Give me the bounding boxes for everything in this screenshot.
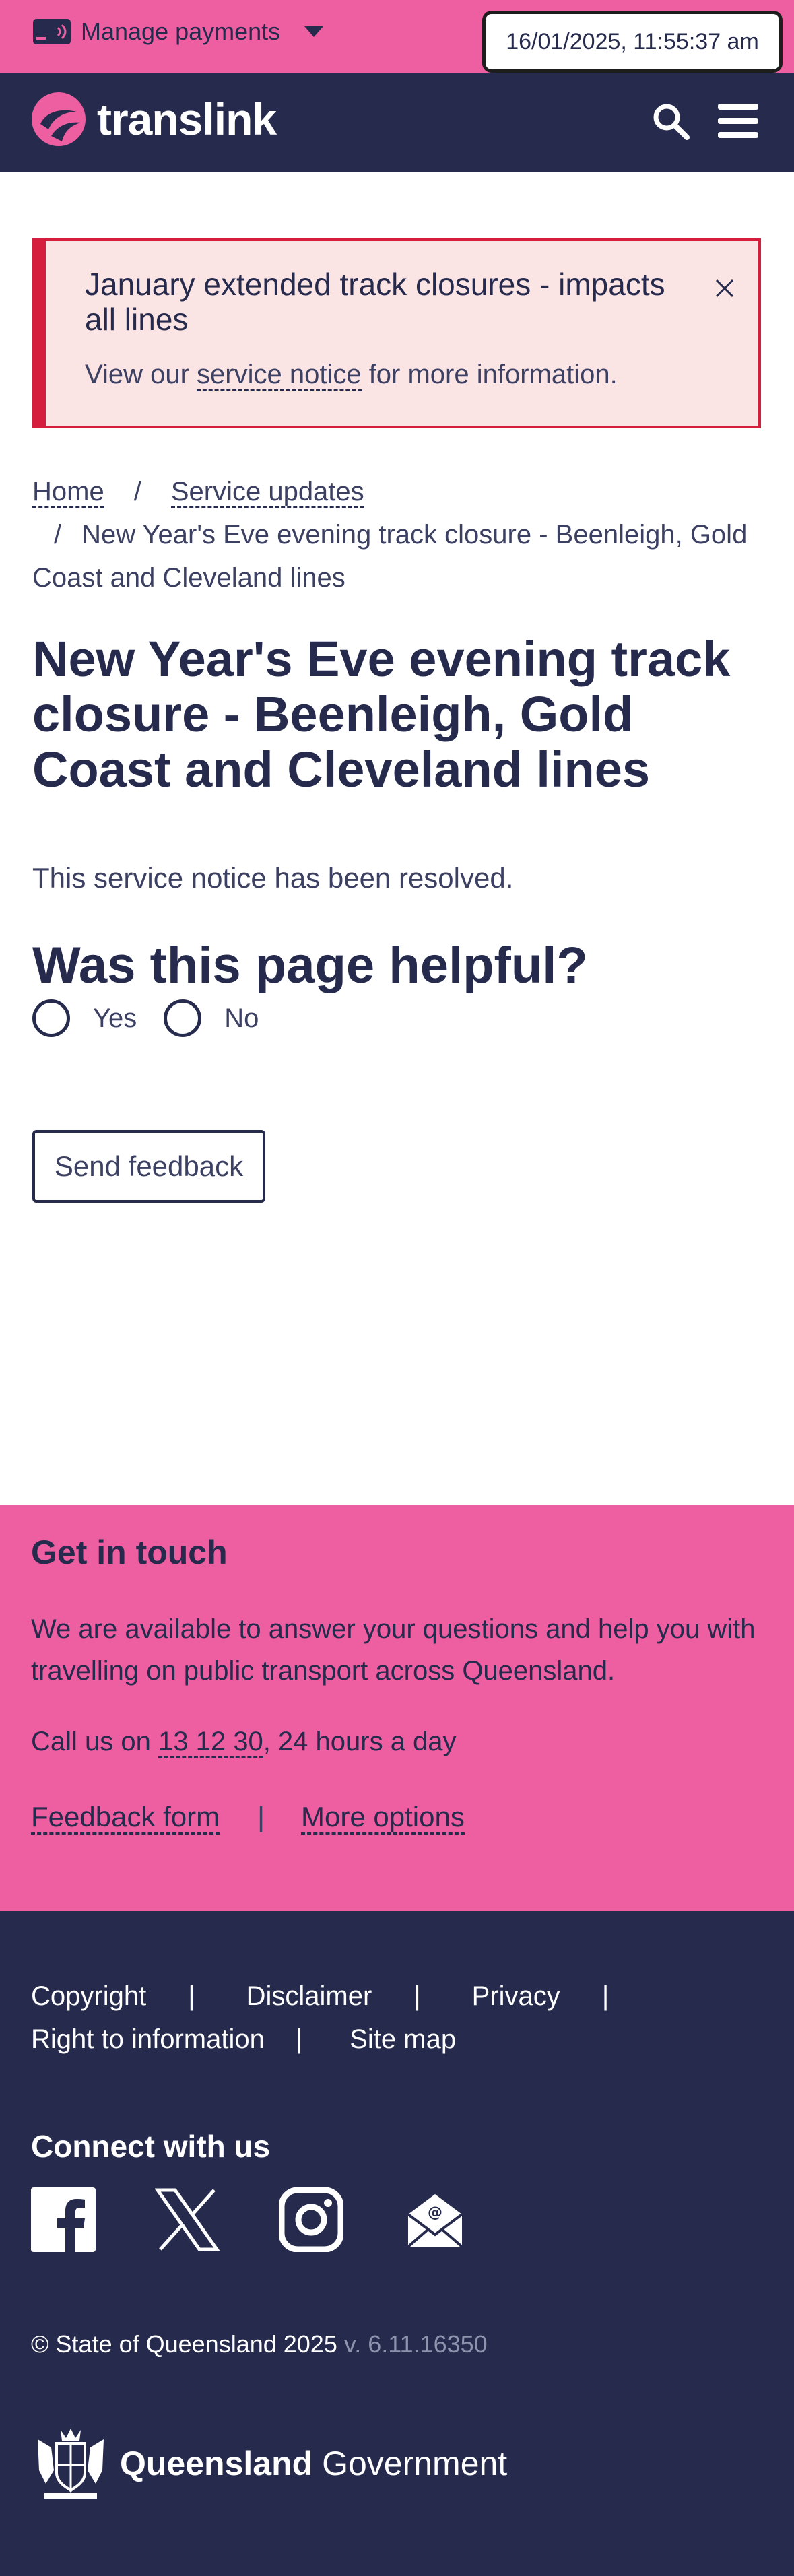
search-icon[interactable] <box>651 101 691 141</box>
footer-link-privacy[interactable]: Privacy <box>472 1981 560 2011</box>
connect-title: Connect with us <box>31 2129 271 2164</box>
queensland-crest-icon <box>38 2429 104 2499</box>
get-in-touch-text: We are available to answer your question… <box>31 1614 756 1686</box>
close-icon[interactable] <box>711 275 738 302</box>
alert-title: January extended track closures - impact… <box>85 267 665 337</box>
footer-links: Copyright | Disclaimer | Privacy | Right to i… <box>31 1975 772 2061</box>
alert-body: View our service notice for more informa… <box>85 360 618 391</box>
translink-logo[interactable]: translink <box>31 92 277 147</box>
social-links: @ <box>31 2187 527 2252</box>
queensland-government-text: Queensland Government <box>120 2444 507 2483</box>
contact-links: Feedback form | More options <box>31 1801 465 1835</box>
breadcrumb: Home / Service updates / New Year's Eve eve… <box>32 470 766 599</box>
call-us-text: Call us on 13 12 30, 24 hours a day <box>31 1727 457 1758</box>
get-in-touch-section: Get in touch We are available to answer … <box>0 1505 794 1911</box>
page-title: New Year's Eve evening track closure - B… <box>32 631 731 797</box>
manage-payments-label: Manage payments <box>81 18 281 45</box>
gov-bold: Queensland <box>120 2445 313 2482</box>
alert-body-prefix: View our <box>85 360 197 389</box>
link-separator: | <box>257 1801 265 1832</box>
chevron-down-icon <box>304 26 324 37</box>
service-notice-link[interactable]: service notice <box>197 360 362 391</box>
yes-radio[interactable] <box>32 999 70 1037</box>
footer-separator: | <box>188 1981 195 2011</box>
site-header: translink <box>0 73 794 172</box>
translink-logo-mark-icon <box>32 92 86 146</box>
breadcrumb-separator: / <box>54 520 62 550</box>
site-footer: Copyright | Disclaimer | Privacy | Right to i… <box>0 1911 794 2576</box>
top-utility-bar: Manage payments 16/01/2025, 11:55:37 am <box>0 0 794 73</box>
footer-separator: | <box>601 1981 609 2011</box>
breadcrumb-current: New Year's Eve evening track closure - B… <box>32 520 748 593</box>
breadcrumb-service-updates-link[interactable]: Service updates <box>170 477 364 508</box>
version-label: v. 6.11.16350 <box>337 2330 488 2358</box>
get-in-touch-title: Get in touch <box>31 1533 228 1571</box>
service-alert-banner: January extended track closures - impact… <box>32 238 761 428</box>
phone-link[interactable]: 13 12 30 <box>158 1727 263 1758</box>
payment-card-icon <box>33 19 71 44</box>
feedback-form-link[interactable]: Feedback form <box>31 1801 220 1835</box>
facebook-icon[interactable] <box>31 2187 96 2252</box>
call-suffix: , 24 hours a day <box>263 1727 457 1756</box>
alert-body-suffix: for more information. <box>361 360 618 389</box>
feedback-heading: Was this page helpful? <box>32 937 588 994</box>
instagram-icon[interactable] <box>279 2187 343 2252</box>
send-feedback-button[interactable]: Send feedback <box>32 1130 265 1203</box>
queensland-government-logo[interactable]: Queensland Government <box>31 2423 507 2504</box>
manage-payments-dropdown[interactable]: Manage payments <box>32 18 324 46</box>
email-icon[interactable]: @ <box>403 2187 467 2252</box>
gov-regular: Government <box>312 2445 508 2482</box>
footer-link-disclaimer[interactable]: Disclaimer <box>246 1981 372 2011</box>
datetime-display: 16/01/2025, 11:55:37 am <box>482 11 783 73</box>
call-prefix: Call us on <box>31 1727 158 1756</box>
footer-link-right-to-information[interactable]: Right to information <box>31 2024 265 2054</box>
brand-name: translink <box>97 94 277 144</box>
no-label[interactable]: No <box>224 1003 259 1034</box>
feedback-options: Yes No <box>32 999 286 1037</box>
more-options-link[interactable]: More options <box>301 1801 465 1835</box>
breadcrumb-home-link[interactable]: Home <box>32 477 104 508</box>
footer-link-copyright[interactable]: Copyright <box>31 1981 146 2011</box>
copyright-text: © State of Queensland 2025 v. 6.11.16350 <box>31 2330 488 2358</box>
footer-separator: | <box>413 1981 421 2011</box>
yes-label[interactable]: Yes <box>93 1003 137 1034</box>
footer-separator: | <box>295 2024 303 2054</box>
breadcrumb-separator: / <box>133 477 141 506</box>
copyright-label: © State of Queensland 2025 <box>31 2330 337 2358</box>
hamburger-menu-icon[interactable] <box>718 104 758 141</box>
svg-text:@: @ <box>428 2204 442 2221</box>
no-radio[interactable] <box>164 999 202 1037</box>
footer-link-site-map[interactable]: Site map <box>350 2024 456 2054</box>
x-icon[interactable] <box>155 2187 220 2252</box>
status-message: This service notice has been resolved. <box>32 862 514 894</box>
